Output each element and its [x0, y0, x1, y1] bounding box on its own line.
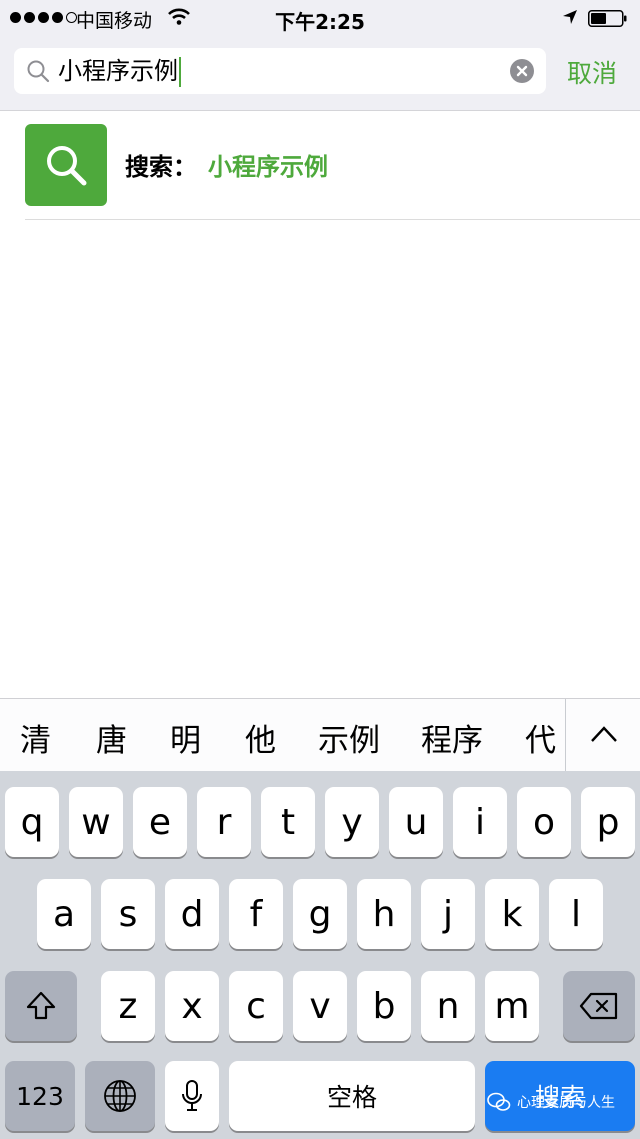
key-x[interactable]: x — [165, 971, 219, 1041]
clear-icon — [516, 65, 528, 77]
microphone-icon — [182, 1080, 202, 1111]
key-v[interactable]: v — [293, 971, 347, 1041]
key-f[interactable]: f — [229, 879, 283, 949]
key-p[interactable]: p — [581, 787, 635, 857]
location-arrow-icon — [563, 10, 577, 24]
key-w[interactable]: w — [69, 787, 123, 857]
key-t[interactable]: t — [261, 787, 315, 857]
key-h[interactable]: h — [357, 879, 411, 949]
shift-key[interactable] — [5, 971, 77, 1041]
key-q[interactable]: q — [5, 787, 59, 857]
candidate-item[interactable]: 示例 — [318, 715, 380, 760]
key-o[interactable]: o — [517, 787, 571, 857]
key-k[interactable]: k — [485, 879, 539, 949]
candidate-item[interactable]: 代码 — [525, 715, 565, 771]
key-y[interactable]: y — [325, 787, 379, 857]
chevron-up-icon — [591, 726, 617, 742]
globe-icon — [104, 1080, 136, 1112]
backspace-key[interactable] — [563, 971, 635, 1041]
key-g[interactable]: g — [293, 879, 347, 949]
status-bar: 中国移动 下午2:25 — [0, 0, 640, 36]
key-n[interactable]: n — [421, 971, 475, 1041]
key-b[interactable]: b — [357, 971, 411, 1041]
divider — [25, 219, 640, 220]
ime-candidate-bar: 清 唐 明 他 示例 程序 代码 — [0, 698, 640, 772]
clock: 下午2:25 — [275, 10, 365, 34]
candidate-item[interactable]: 他 — [245, 715, 276, 760]
key-e[interactable]: e — [133, 787, 187, 857]
key-j[interactable]: j — [421, 879, 475, 949]
search-suggestion-label: 搜索： — [125, 153, 197, 181]
cancel-button[interactable]: 取消 — [567, 54, 617, 90]
search-field[interactable]: 小程序示例 — [14, 48, 546, 94]
numbers-key[interactable]: 123 — [5, 1061, 75, 1131]
search-header: 小程序示例 — [0, 36, 640, 111]
watermark-text: 心理素质与人生 — [517, 1095, 615, 1111]
search-icon — [27, 60, 50, 83]
key-a[interactable]: a — [37, 879, 91, 949]
key-m[interactable]: m — [485, 971, 539, 1041]
candidate-item[interactable]: 清 — [20, 715, 51, 760]
backspace-icon — [579, 992, 618, 1020]
search-suggestion-query: 小程序示例 — [208, 153, 328, 181]
magnifier-icon — [47, 146, 87, 186]
key-r[interactable]: r — [197, 787, 251, 857]
watermark: 心理素质与人生 — [487, 1092, 615, 1112]
globe-key[interactable] — [85, 1061, 155, 1131]
key-s[interactable]: s — [101, 879, 155, 949]
expand-candidates-button[interactable] — [565, 699, 640, 771]
key-i[interactable]: i — [453, 787, 507, 857]
search-query-text: 小程序示例 — [58, 57, 178, 85]
shift-icon — [26, 991, 56, 1020]
key-l[interactable]: l — [549, 879, 603, 949]
wechat-icon — [487, 1092, 511, 1111]
dictation-key[interactable] — [165, 1061, 219, 1131]
battery-icon — [588, 10, 627, 27]
candidate-item[interactable]: 唐 — [96, 715, 127, 760]
key-u[interactable]: u — [389, 787, 443, 857]
search-result-icon — [25, 124, 107, 206]
search-input[interactable]: 小程序示例 — [58, 51, 498, 91]
key-z[interactable]: z — [101, 971, 155, 1041]
candidate-item[interactable]: 程序 — [421, 715, 483, 760]
key-c[interactable]: c — [229, 971, 283, 1041]
keyboard: q w e r t y u i o p a s d f g h j k l z … — [0, 771, 640, 1139]
candidate-item[interactable]: 明 — [170, 715, 201, 760]
clear-search-button[interactable] — [510, 59, 534, 83]
key-d[interactable]: d — [165, 879, 219, 949]
search-suggestion-row[interactable]: 搜索： 小程序示例 — [0, 111, 640, 219]
space-key[interactable]: 空格 — [229, 1061, 475, 1131]
text-caret — [179, 57, 181, 87]
